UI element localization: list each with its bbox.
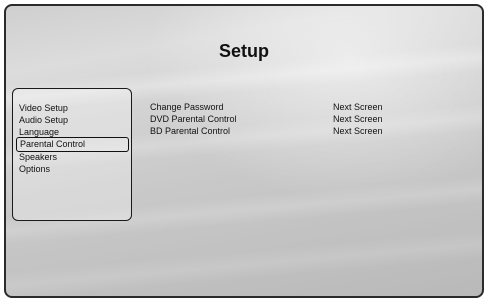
setting-value: Next Screen [333,114,383,124]
setting-row-dvd-parental-control[interactable]: DVD Parental Control Next Screen [150,113,470,125]
menu-item-speakers[interactable]: Speakers [17,151,57,163]
setting-label: Change Password [150,102,224,112]
menu-item-label: Language [19,127,60,137]
setup-screen: Setup Video Setup Audio Setup Language P… [4,4,484,298]
setting-label: DVD Parental Control [150,114,237,124]
setting-row-change-password[interactable]: Change Password Next Screen [150,101,470,113]
menu-item-label: Options [19,164,51,174]
setting-label: BD Parental Control [150,126,231,136]
page-title: Setup [218,41,269,61]
setting-value: Next Screen [333,102,383,112]
menu-item-label: Speakers [19,152,58,162]
setting-value: Next Screen [333,126,383,136]
background-light-band [6,228,482,296]
menu-item-label: Audio Setup [19,115,69,125]
menu-item-parental-control[interactable]: Parental Control [16,137,129,152]
setup-menu: Video Setup Audio Setup Language Parenta… [12,88,132,221]
menu-item-label: Video Setup [19,103,68,113]
menu-item-video-setup[interactable]: Video Setup [17,102,68,114]
menu-item-options[interactable]: Options [17,163,50,175]
menu-item-label: Parental Control [20,139,86,149]
menu-item-audio-setup[interactable]: Audio Setup [17,114,68,126]
setting-row-bd-parental-control[interactable]: BD Parental Control Next Screen [150,125,470,137]
